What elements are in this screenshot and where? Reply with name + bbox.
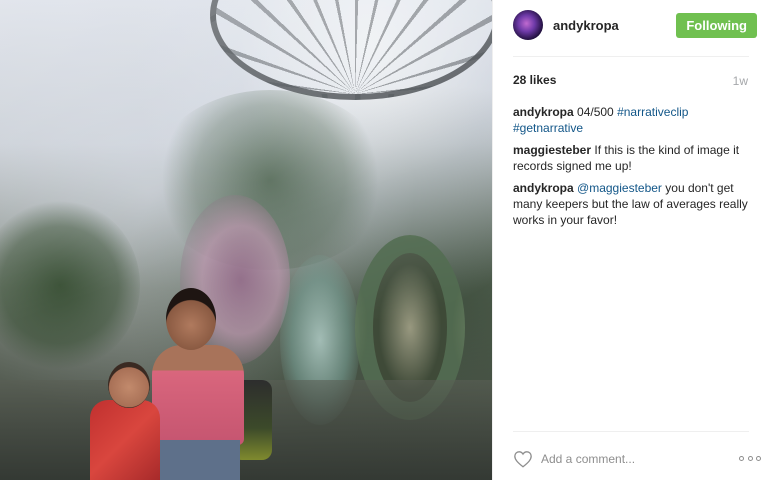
photo-haze	[0, 0, 492, 480]
hashtag-link[interactable]: #narrativeclip	[617, 105, 688, 119]
comment: andykropa @maggiesteber you don't get ma…	[513, 180, 749, 228]
divider	[513, 56, 749, 57]
mention-link[interactable]: @maggiesteber	[577, 181, 662, 195]
comment-author[interactable]: maggiesteber	[513, 143, 591, 157]
post-time[interactable]: 1w	[733, 74, 748, 88]
comment-bar	[513, 446, 761, 472]
caption: andykropa 04/500 #narrativeclip #getnarr…	[513, 104, 749, 136]
likes-count[interactable]: 28 likes	[513, 73, 556, 87]
comment-input[interactable]	[541, 448, 721, 470]
following-button[interactable]: Following	[676, 13, 757, 38]
post-photo[interactable]	[0, 0, 492, 480]
comments-list: andykropa 04/500 #narrativeclip #getnarr…	[513, 104, 749, 234]
comment-author[interactable]: andykropa	[513, 181, 574, 195]
more-options-icon[interactable]	[739, 450, 761, 466]
heart-icon[interactable]	[513, 450, 533, 468]
hashtag-link[interactable]: #getnarrative	[513, 121, 583, 135]
comment: maggiesteber If this is the kind of imag…	[513, 142, 749, 174]
dot	[739, 455, 744, 461]
post-header: andykropa Following	[513, 8, 757, 42]
caption-text: 04/500	[577, 105, 614, 119]
username[interactable]: andykropa	[553, 18, 619, 33]
dot	[747, 455, 753, 461]
avatar[interactable]	[513, 10, 543, 40]
comment-author[interactable]: andykropa	[513, 105, 574, 119]
divider	[513, 431, 749, 432]
post-sidebar: andykropa Following 28 likes 1w andykrop…	[492, 0, 768, 480]
dot	[756, 455, 761, 461]
